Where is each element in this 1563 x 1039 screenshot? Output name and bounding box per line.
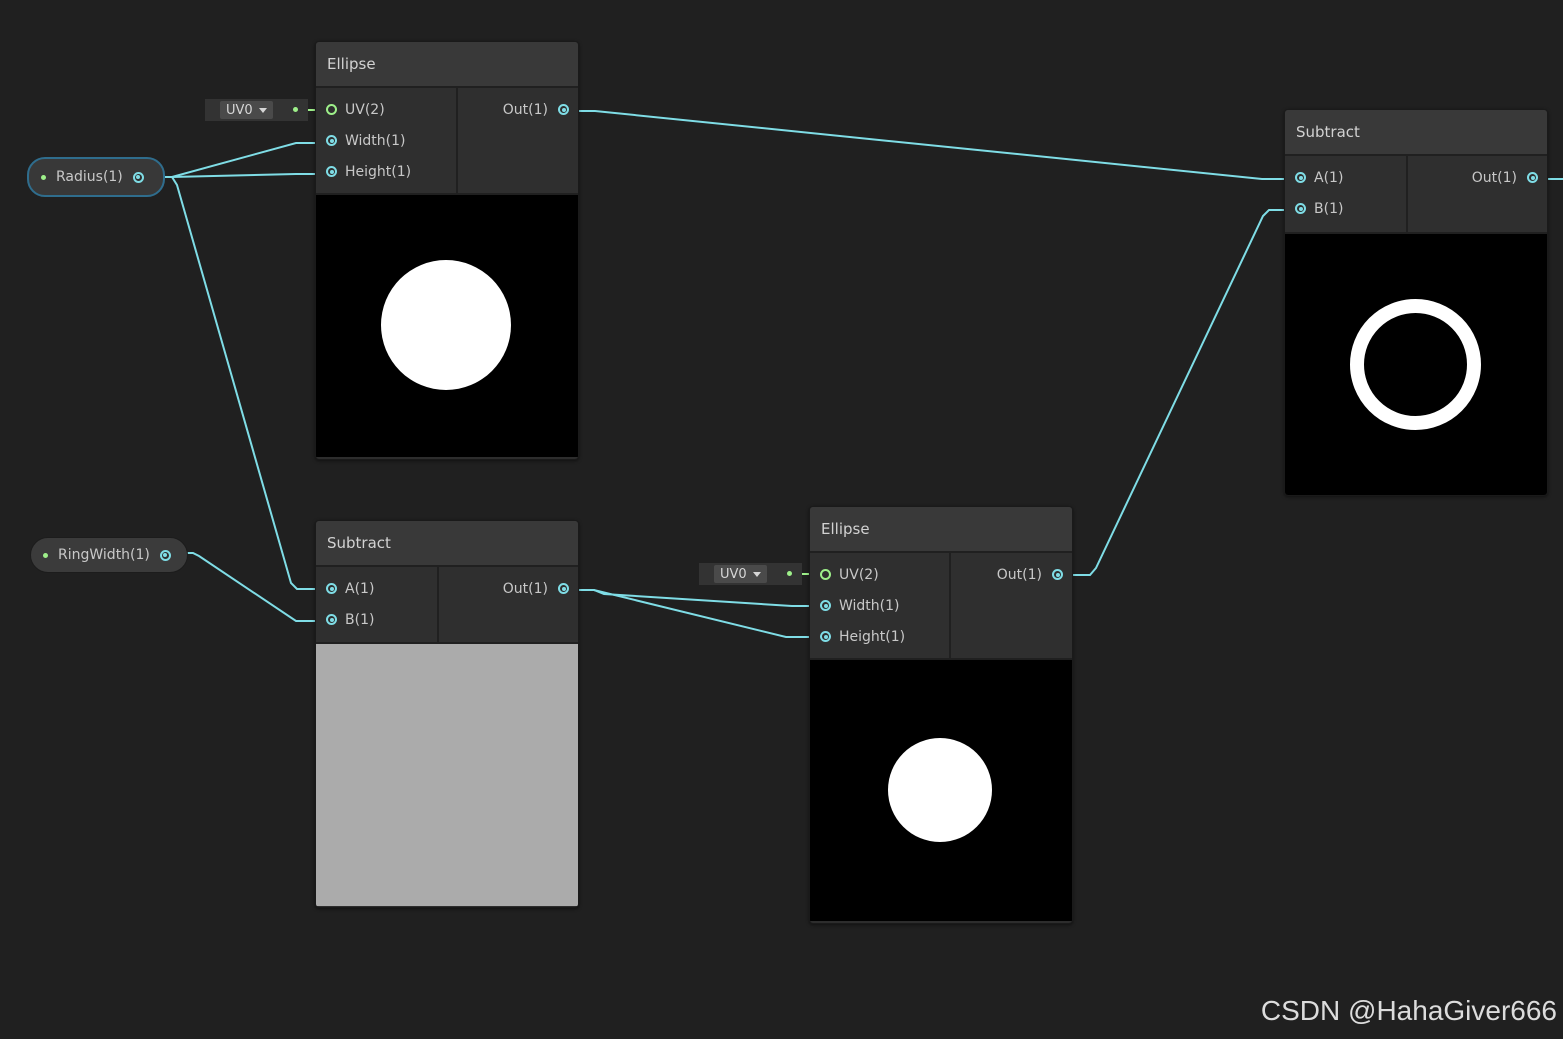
wire-radius-to-height [137, 173, 329, 178]
port-label: B(1) [345, 611, 375, 628]
uv-channel-value: UV0 [226, 102, 253, 118]
ellipse-node-bottom[interactable]: Ellipse UV(2) Width(1) Height(1) Out(1) [809, 506, 1073, 924]
port-label: A(1) [345, 580, 375, 597]
watermark: CSDN @HahaGiver666 [1260, 995, 1557, 1026]
subtract-node-left[interactable]: Subtract A(1) B(1) Out(1) [315, 520, 579, 908]
output-port-icon[interactable] [132, 171, 144, 183]
node-preview [316, 642, 578, 906]
chevron-down-icon [258, 107, 267, 113]
wire-radius-to-width [137, 142, 329, 178]
port-icon[interactable] [558, 583, 569, 594]
wire-subtract-out-to-height [568, 589, 822, 638]
input-ports: UV(2) Width(1) Height(1) [316, 88, 456, 193]
wire-radius-to-subtract-a [137, 176, 329, 590]
port-icon[interactable] [326, 166, 337, 177]
port-label: Height(1) [839, 628, 906, 645]
port-icon[interactable] [820, 631, 831, 642]
node-preview [1285, 232, 1547, 495]
port-icon[interactable] [1527, 172, 1538, 183]
input-ports: UV(2) Width(1) Height(1) [810, 553, 949, 658]
subtract-node-right[interactable]: Subtract A(1) B(1) Out(1) [1284, 109, 1548, 496]
property-ringwidth[interactable]: RingWidth(1) [30, 537, 188, 573]
wire-ellipse-top-out-to-subtract-a [568, 110, 1297, 180]
uv-port-icon [293, 107, 298, 112]
uv-port-icon [787, 571, 792, 576]
port-icon[interactable] [326, 583, 337, 594]
wire-ringwidth-to-subtract-b [161, 552, 329, 622]
input-port-width[interactable]: Width(1) [316, 125, 456, 156]
property-radius[interactable]: Radius(1) [27, 157, 165, 197]
node-title[interactable]: Subtract [316, 521, 578, 567]
property-label: RingWidth(1) [58, 547, 150, 563]
port-label: Out(1) [502, 101, 548, 118]
port-label: A(1) [1314, 169, 1344, 186]
input-port-b[interactable]: B(1) [316, 604, 437, 635]
port-label: Out(1) [502, 580, 548, 597]
input-port-uv[interactable]: UV(2) [316, 94, 456, 125]
input-ports: A(1) B(1) [1285, 156, 1406, 232]
port-icon[interactable] [326, 614, 337, 625]
port-icon[interactable] [326, 135, 337, 146]
port-label: Height(1) [345, 163, 412, 180]
property-label: Radius(1) [56, 169, 123, 185]
output-ports: Out(1) [951, 553, 1072, 658]
preview-circle [888, 738, 992, 842]
node-title[interactable]: Subtract [1285, 110, 1547, 156]
wire-ellipse-bottom-out-to-subtract-b [1062, 209, 1297, 576]
uv-channel-dropdown[interactable]: UV0 [220, 101, 273, 119]
uv-input-field[interactable]: UV0 [699, 563, 802, 585]
node-title[interactable]: Ellipse [810, 507, 1072, 553]
input-port-a[interactable]: A(1) [316, 573, 437, 604]
node-title[interactable]: Ellipse [316, 42, 578, 88]
output-ports: Out(1) [458, 88, 578, 193]
port-label: Out(1) [1471, 169, 1517, 186]
output-port-out[interactable]: Out(1) [1408, 162, 1547, 193]
node-ports: UV(2) Width(1) Height(1) Out(1) [316, 88, 578, 193]
output-port-out[interactable]: Out(1) [439, 573, 578, 604]
port-icon[interactable] [558, 104, 569, 115]
port-label: B(1) [1314, 200, 1344, 217]
node-ports: UV(2) Width(1) Height(1) Out(1) [810, 553, 1072, 658]
uv-input-field[interactable]: UV0 [205, 99, 308, 121]
output-ports: Out(1) [439, 567, 578, 642]
node-ports: A(1) B(1) Out(1) [1285, 156, 1547, 232]
preview-ring [1350, 299, 1481, 430]
preview-circle [381, 260, 511, 390]
input-port-b[interactable]: B(1) [1285, 193, 1406, 224]
uv-channel-dropdown[interactable]: UV0 [714, 565, 767, 583]
port-icon[interactable] [1295, 172, 1306, 183]
input-port-height[interactable]: Height(1) [810, 621, 949, 652]
property-indicator-icon [43, 552, 48, 558]
ellipse-node-top[interactable]: Ellipse UV(2) Width(1) Height(1) Out(1) [315, 41, 579, 460]
wire-subtract-out-to-width [568, 589, 822, 607]
port-label: UV(2) [345, 101, 385, 118]
uv-port-icon[interactable] [326, 104, 337, 115]
output-port-icon[interactable] [159, 549, 171, 561]
port-icon[interactable] [1295, 203, 1306, 214]
node-preview [810, 658, 1072, 921]
port-label: Out(1) [996, 566, 1042, 583]
uv-channel-value: UV0 [720, 566, 747, 582]
output-ports: Out(1) [1408, 156, 1547, 232]
port-icon[interactable] [820, 600, 831, 611]
port-label: UV(2) [839, 566, 879, 583]
port-icon[interactable] [1052, 569, 1063, 580]
node-ports: A(1) B(1) Out(1) [316, 567, 578, 642]
input-port-height[interactable]: Height(1) [316, 156, 456, 187]
output-port-out[interactable]: Out(1) [951, 559, 1072, 590]
port-label: Width(1) [345, 132, 406, 149]
port-label: Width(1) [839, 597, 900, 614]
property-indicator-icon [41, 174, 46, 180]
input-ports: A(1) B(1) [316, 567, 437, 642]
input-port-uv[interactable]: UV(2) [810, 559, 949, 590]
input-port-width[interactable]: Width(1) [810, 590, 949, 621]
node-preview [316, 193, 578, 457]
chevron-down-icon [752, 571, 761, 577]
output-port-out[interactable]: Out(1) [458, 94, 578, 125]
uv-port-icon[interactable] [820, 569, 831, 580]
input-port-a[interactable]: A(1) [1285, 162, 1406, 193]
